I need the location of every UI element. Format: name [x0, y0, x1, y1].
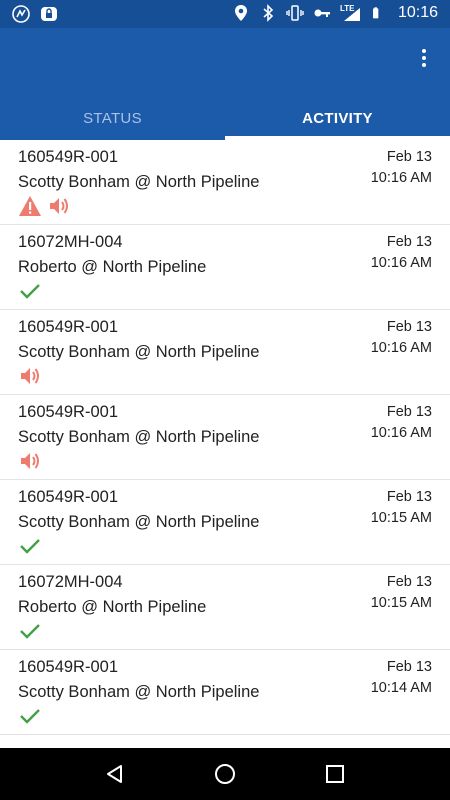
activity-date: Feb 13 [386, 404, 432, 420]
check-icon [18, 620, 42, 642]
activity-operator-location: Scotty Bonham @ North Pipeline [18, 343, 260, 361]
activity-date: Feb 13 [386, 659, 432, 675]
activity-row[interactable]: 160549R-001 Scotty Bonham @ North Pipeli… [0, 650, 450, 735]
app-notification-icon [12, 5, 30, 23]
activity-date: Feb 13 [386, 319, 432, 335]
activity-date: Feb 13 [386, 489, 432, 505]
activity-time: 10:15 AM [370, 510, 432, 526]
check-icon [18, 535, 42, 557]
activity-id: 160549R-001 [18, 148, 118, 166]
navigation-bar [0, 748, 450, 800]
activity-row[interactable]: 160549R-001 Scotty Bonham @ North Pipeli… [0, 480, 450, 565]
tab-bar: STATUS ACTIVITY [0, 96, 450, 140]
bluetooth-icon [263, 4, 274, 22]
speaker-icon [18, 365, 42, 387]
activity-status-icons [18, 705, 42, 727]
more-vert-icon[interactable] [412, 46, 436, 70]
back-icon [107, 765, 122, 783]
activity-id: 160549R-001 [18, 318, 118, 336]
lte-signal-icon: LTE [340, 4, 362, 22]
warning-icon [18, 195, 42, 217]
lock-notification-icon [41, 7, 57, 21]
activity-time: 10:15 AM [370, 595, 432, 611]
activity-operator-location: Scotty Bonham @ North Pipeline [18, 428, 260, 446]
speaker-icon [18, 450, 42, 472]
activity-time: 10:16 AM [370, 255, 432, 271]
activity-row[interactable]: 160549R-001 Scotty Bonham @ North Pipeli… [0, 140, 450, 225]
activity-date: Feb 13 [386, 234, 432, 250]
activity-operator-location: Scotty Bonham @ North Pipeline [18, 513, 260, 531]
recents-icon [326, 765, 344, 783]
tab-status[interactable]: STATUS [0, 96, 225, 140]
key-icon [314, 9, 330, 17]
activity-status-icons [18, 280, 42, 302]
activity-date: Feb 13 [386, 149, 432, 165]
activity-id: 16072MH-004 [18, 573, 123, 591]
status-bar: LTE 10:16 [0, 0, 450, 28]
home-button[interactable] [205, 754, 245, 794]
activity-time: 10:16 AM [370, 425, 432, 441]
clock: 10:16 [397, 4, 438, 21]
activity-row[interactable]: 160549R-001 Scotty Bonham @ North Pipeli… [0, 395, 450, 480]
activity-status-icons [18, 450, 42, 472]
activity-id: 16072MH-004 [18, 233, 123, 251]
recents-button[interactable] [315, 754, 355, 794]
activity-time: 10:14 AM [370, 680, 432, 696]
activity-row[interactable]: 160549R-001 Scotty Bonham @ North Pipeli… [0, 310, 450, 395]
app-bar: STATUS ACTIVITY [0, 28, 450, 140]
activity-id: 160549R-001 [18, 658, 118, 676]
activity-id: 160549R-001 [18, 403, 118, 421]
check-icon [18, 705, 42, 727]
back-button[interactable] [95, 754, 135, 794]
activity-row[interactable]: 16072MH-004 Roberto @ North Pipeline Feb… [0, 565, 450, 650]
activity-operator-location: Roberto @ North Pipeline [18, 258, 207, 276]
tab-activity[interactable]: ACTIVITY [225, 96, 450, 140]
activity-operator-location: Scotty Bonham @ North Pipeline [18, 173, 260, 191]
activity-time: 10:16 AM [370, 340, 432, 356]
activity-id: 160549R-001 [18, 488, 118, 506]
activity-row[interactable]: 16072MH-004 Roberto @ North Pipeline Feb… [0, 225, 450, 310]
home-icon [215, 764, 235, 784]
activity-date: Feb 13 [386, 574, 432, 590]
activity-status-icons [18, 535, 42, 557]
battery-icon [372, 7, 379, 19]
speaker-icon [47, 195, 71, 217]
vibrate-icon [286, 5, 304, 21]
location-icon [234, 5, 247, 21]
activity-status-icons [18, 195, 71, 217]
activity-operator-location: Roberto @ North Pipeline [18, 598, 207, 616]
activity-status-icons [18, 620, 42, 642]
check-icon [18, 280, 42, 302]
activity-list[interactable]: 160549R-001 Scotty Bonham @ North Pipeli… [0, 140, 450, 748]
activity-time: 10:16 AM [370, 170, 432, 186]
activity-status-icons [18, 365, 42, 387]
activity-operator-location: Scotty Bonham @ North Pipeline [18, 683, 260, 701]
